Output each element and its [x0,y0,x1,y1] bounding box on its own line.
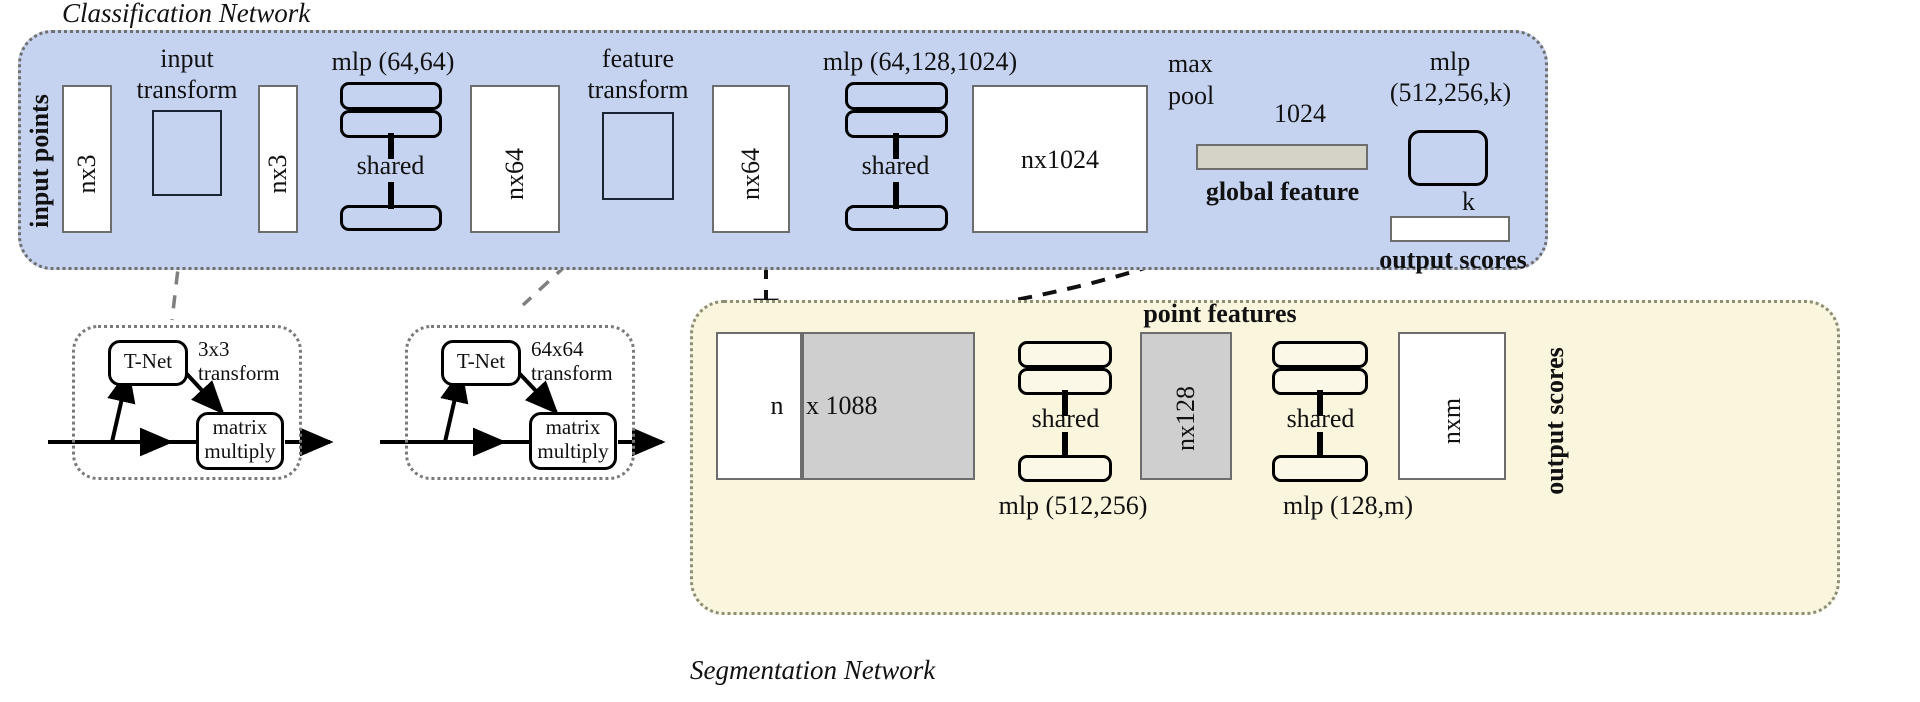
block-nx3-transformed-label: nx3 [263,154,292,194]
input-transform-label-line2: transform [136,75,238,104]
tnet-input-matrix-multiply-label-line1: matrix [212,415,268,439]
seg-mlp-128-m-bar-bottom [1272,455,1368,482]
tnet-input-matrix-multiply-label-line2: multiply [204,439,276,463]
input-transform-box [152,110,222,196]
mlp-head-box [1408,130,1488,186]
max-pool-label-line1: max [1168,49,1213,78]
block-nxm-label: nxm [1437,397,1466,445]
mlp-head-label-line1: mlp [1429,47,1471,76]
tnet-feature-matrix-multiply-label-line2: multiply [537,439,609,463]
mlp-64-128-1024-bar-top [845,82,948,110]
block-nx128-label: nx128 [1171,386,1200,451]
classification-network-title: Classification Network [62,0,311,28]
mlp-head-label-line2: (512,256,k) [1389,78,1512,107]
pointnet-architecture-diagram: Classification Network input points nx3 … [0,0,1920,702]
seg-shared-label-a: shared [1031,404,1100,433]
global-feature-bar [1196,144,1368,170]
input-points-label: input points [25,94,54,228]
tnet-input-box-label: T-Net [123,349,173,373]
shared-label-a: shared [356,151,425,180]
block-nx3-input-label: nx3 [72,154,101,194]
tnet-input-transform-label-line2: transform [198,361,280,385]
seg-shared-stub-a-lower [1062,432,1068,458]
seg-mlp-128-m-bar-top [1272,341,1368,368]
feature-transform-label-line2: transform [587,75,689,104]
seg-mlp-512-256-bar-top [1018,341,1112,368]
shared-label-b: shared [861,151,930,180]
input-transform-label-line1: input [160,44,214,73]
segmentation-output-scores-label: output scores [1540,347,1569,495]
shared-stub-a-lower [388,182,394,209]
seg-shared-label-b: shared [1286,404,1355,433]
segmentation-network-title: Segmentation Network [690,655,936,685]
seg-mlp-128-m-label: mlp (128,m) [1283,491,1413,520]
mlp-64-64-label: mlp (64,64) [331,47,455,76]
block-x1088-label: x 1088 [806,391,878,420]
block-nx1024-label: nx1024 [1021,145,1099,174]
classification-output-scores-label: output scores [1379,245,1527,274]
tnet-input-transform-label-line1: 3x3 [198,337,230,361]
classification-output-scores-bar [1390,216,1510,242]
tnet-feature-transform-label-line1: 64x64 [531,337,584,361]
global-feature-label: global feature [1205,177,1360,206]
global-feature-dim-label: 1024 [1274,99,1326,128]
seg-mlp-512-256-bar-bottom [1018,455,1112,482]
block-n-label: n [770,391,784,420]
block-nx64-a-label: nx64 [500,148,529,200]
tnet-feature-box-label: T-Net [456,349,506,373]
k-label: k [1462,187,1475,216]
point-features-label: point features [1143,299,1297,328]
feature-transform-label-line1: feature [601,44,675,73]
mlp-64-64-bar-top [340,82,442,110]
tnet-feature-matrix-multiply-label-line1: matrix [545,415,601,439]
shared-stub-b-lower [893,182,899,209]
block-nx64-b-label: nx64 [736,148,765,200]
mlp-64-128-1024-label: mlp (64,128,1024) [822,47,1018,76]
feature-transform-box [602,112,674,200]
seg-shared-stub-b-lower [1317,432,1323,458]
seg-mlp-512-256-label: mlp (512,256) [998,491,1148,520]
tnet-feature-transform-label-line2: transform [531,361,613,385]
